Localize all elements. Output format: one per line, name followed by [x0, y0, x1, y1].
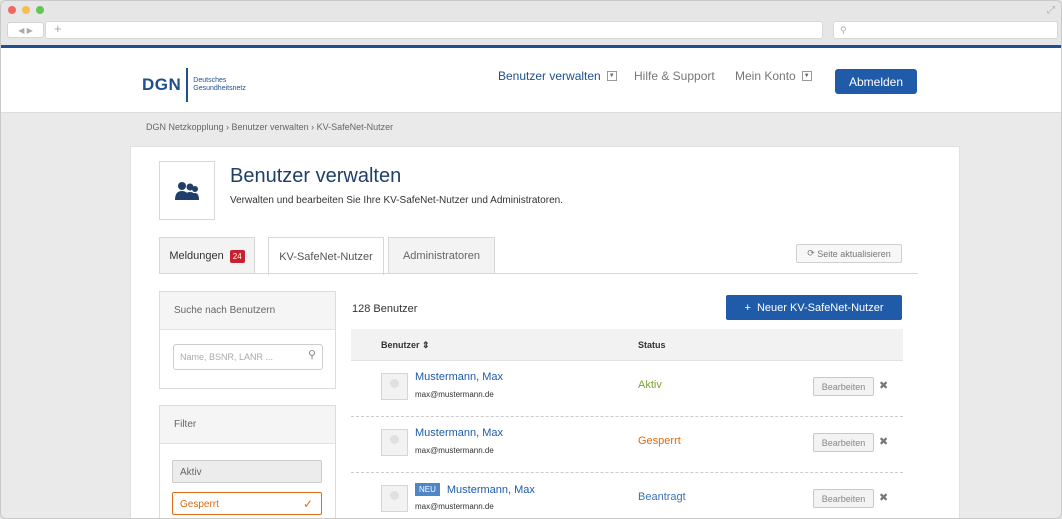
user-email: max@mustermann.de [415, 446, 494, 455]
refresh-icon: ⟳ [807, 248, 818, 258]
table-row: Mustermann, Max max@mustermann.de Gesper… [351, 417, 903, 473]
new-tab-icon[interactable]: + [54, 21, 62, 37]
refresh-button[interactable]: ⟳ Seite aktualisieren [796, 244, 902, 263]
tab-kv-safenet-nutzer[interactable]: KV-SafeNet-Nutzer [268, 237, 384, 275]
logo-sub-line-1: Deutsches [193, 77, 227, 84]
nav-label: Hilfe & Support [634, 69, 715, 83]
edit-button[interactable]: Bearbeiten [813, 489, 874, 508]
delete-icon[interactable]: ✖ [879, 377, 888, 396]
minimize-window-button[interactable] [22, 6, 30, 14]
chevron-down-icon: ▼ [801, 71, 812, 81]
status-label: Gesperrt [638, 435, 681, 447]
status-label: Beantragt [638, 491, 686, 503]
nav-mein-konto[interactable]: Mein Konto ▼ [735, 68, 812, 84]
back-forward-buttons[interactable]: ◀ ▶ [7, 22, 44, 38]
logo-subtitle: Deutsches Gesundheitsnetz [193, 77, 246, 93]
avatar [381, 485, 408, 512]
logo-sub-line-2: Gesundheitsnetz [193, 85, 246, 92]
main-card: Benutzer verwalten Verwalten und bearbei… [130, 146, 960, 518]
new-badge: NEU [415, 483, 440, 496]
page-title: Benutzer verwalten [230, 165, 402, 187]
search-placeholder: Name, BSNR, LANR ... [180, 352, 274, 362]
user-name[interactable]: Mustermann, Max [415, 427, 503, 439]
tab-divider [159, 273, 918, 274]
chevron-down-icon: ▼ [606, 71, 617, 81]
search-panel-heading: Suche nach Benutzern [160, 292, 335, 330]
address-bar[interactable] [45, 21, 823, 39]
new-user-label: Neuer KV-SafeNet-Nutzer [756, 301, 884, 314]
user-name: Mustermann, Max [446, 484, 535, 496]
checkmark-icon: ✓ [302, 497, 313, 511]
dgn-logo[interactable]: DGN Deutsches Gesundheitsnetz [142, 66, 246, 104]
delete-icon[interactable]: ✖ [879, 489, 888, 508]
status-label: Aktiv [638, 379, 662, 391]
avatar [381, 373, 408, 400]
search-panel: Suche nach Benutzern Name, BSNR, LANR ..… [159, 291, 336, 389]
user-search-input[interactable]: Name, BSNR, LANR ... ⚲ [173, 344, 323, 370]
maximize-window-button[interactable] [36, 6, 44, 14]
nav-label: Mein Konto [735, 69, 796, 83]
fullscreen-icon[interactable]: ⤢ [1047, 5, 1055, 16]
close-window-button[interactable] [8, 6, 16, 14]
browser-window: ⤢ ◀ ▶ + ⚲ DGN Deutsches Gesundheitsnetz … [0, 0, 1062, 519]
logo-text: DGN [142, 75, 182, 94]
plus-icon: + [744, 301, 751, 314]
search-icon: ⚲ [840, 25, 847, 35]
logout-button[interactable]: Abmelden [835, 69, 917, 94]
avatar [381, 429, 408, 456]
column-label: Benutzer [381, 340, 420, 350]
page-description: Verwalten und bearbeiten Sie Ihre KV-Saf… [230, 195, 563, 206]
filter-panel-heading: Filter [160, 406, 335, 444]
filter-option-aktiv[interactable]: Aktiv [172, 460, 322, 483]
nav-label: Benutzer verwalten [498, 69, 601, 83]
nav-hilfe-support[interactable]: Hilfe & Support [634, 68, 715, 84]
refresh-label: Seite aktualisieren [817, 248, 891, 259]
new-user-button[interactable]: + Neuer KV-SafeNet-Nutzer [726, 295, 902, 320]
nav-benutzer-verwalten[interactable]: Benutzer verwalten ▼ [498, 68, 617, 84]
logo-divider [186, 68, 189, 102]
filter-option-label: Aktiv [180, 467, 202, 478]
user-email: max@mustermann.de [415, 502, 494, 511]
filter-option-label: Gesperrt [180, 499, 219, 510]
site-header: DGN Deutsches Gesundheitsnetz Benutzer v… [1, 45, 1061, 113]
column-header-status: Status [638, 340, 666, 350]
table-row: NEU Mustermann, Max max@mustermann.de Bea… [351, 473, 903, 518]
filter-panel: Filter Aktiv Gesperrt ✓ [159, 405, 336, 518]
user-count: 128 Benutzer [352, 303, 418, 315]
browser-chrome: ⤢ ◀ ▶ + ⚲ [1, 1, 1061, 45]
edit-button[interactable]: Bearbeiten [813, 433, 874, 452]
breadcrumb[interactable]: DGN Netzkopplung › Benutzer verwalten › … [146, 122, 393, 132]
tab-label: Administratoren [402, 250, 481, 262]
filter-option-gesperrt[interactable]: Gesperrt ✓ [172, 492, 322, 515]
user-name[interactable]: Mustermann, Max [415, 371, 503, 383]
delete-icon[interactable]: ✖ [879, 433, 888, 452]
tab-label: Meldungen [169, 250, 224, 262]
tab-label: KV-SafeNet-Nutzer [279, 250, 373, 263]
user-email: max@mustermann.de [415, 390, 494, 399]
tab-administratoren[interactable]: Administratoren [388, 237, 495, 274]
search-icon[interactable]: ⚲ [308, 350, 316, 361]
sort-icon: ⇕ [422, 340, 430, 350]
column-header-user[interactable]: Benutzer ⇕ [381, 340, 430, 351]
notification-badge: 24 [229, 249, 245, 263]
table-header: Benutzer ⇕ Status [351, 329, 903, 361]
browser-search-bar[interactable]: ⚲ [833, 21, 1058, 39]
user-name-row[interactable]: NEU Mustermann, Max [415, 483, 535, 496]
edit-button[interactable]: Bearbeiten [813, 377, 874, 396]
table-row: Mustermann, Max max@mustermann.de Aktiv … [351, 361, 903, 417]
tab-meldungen[interactable]: Meldungen 24 [159, 237, 255, 274]
users-icon [159, 161, 215, 220]
